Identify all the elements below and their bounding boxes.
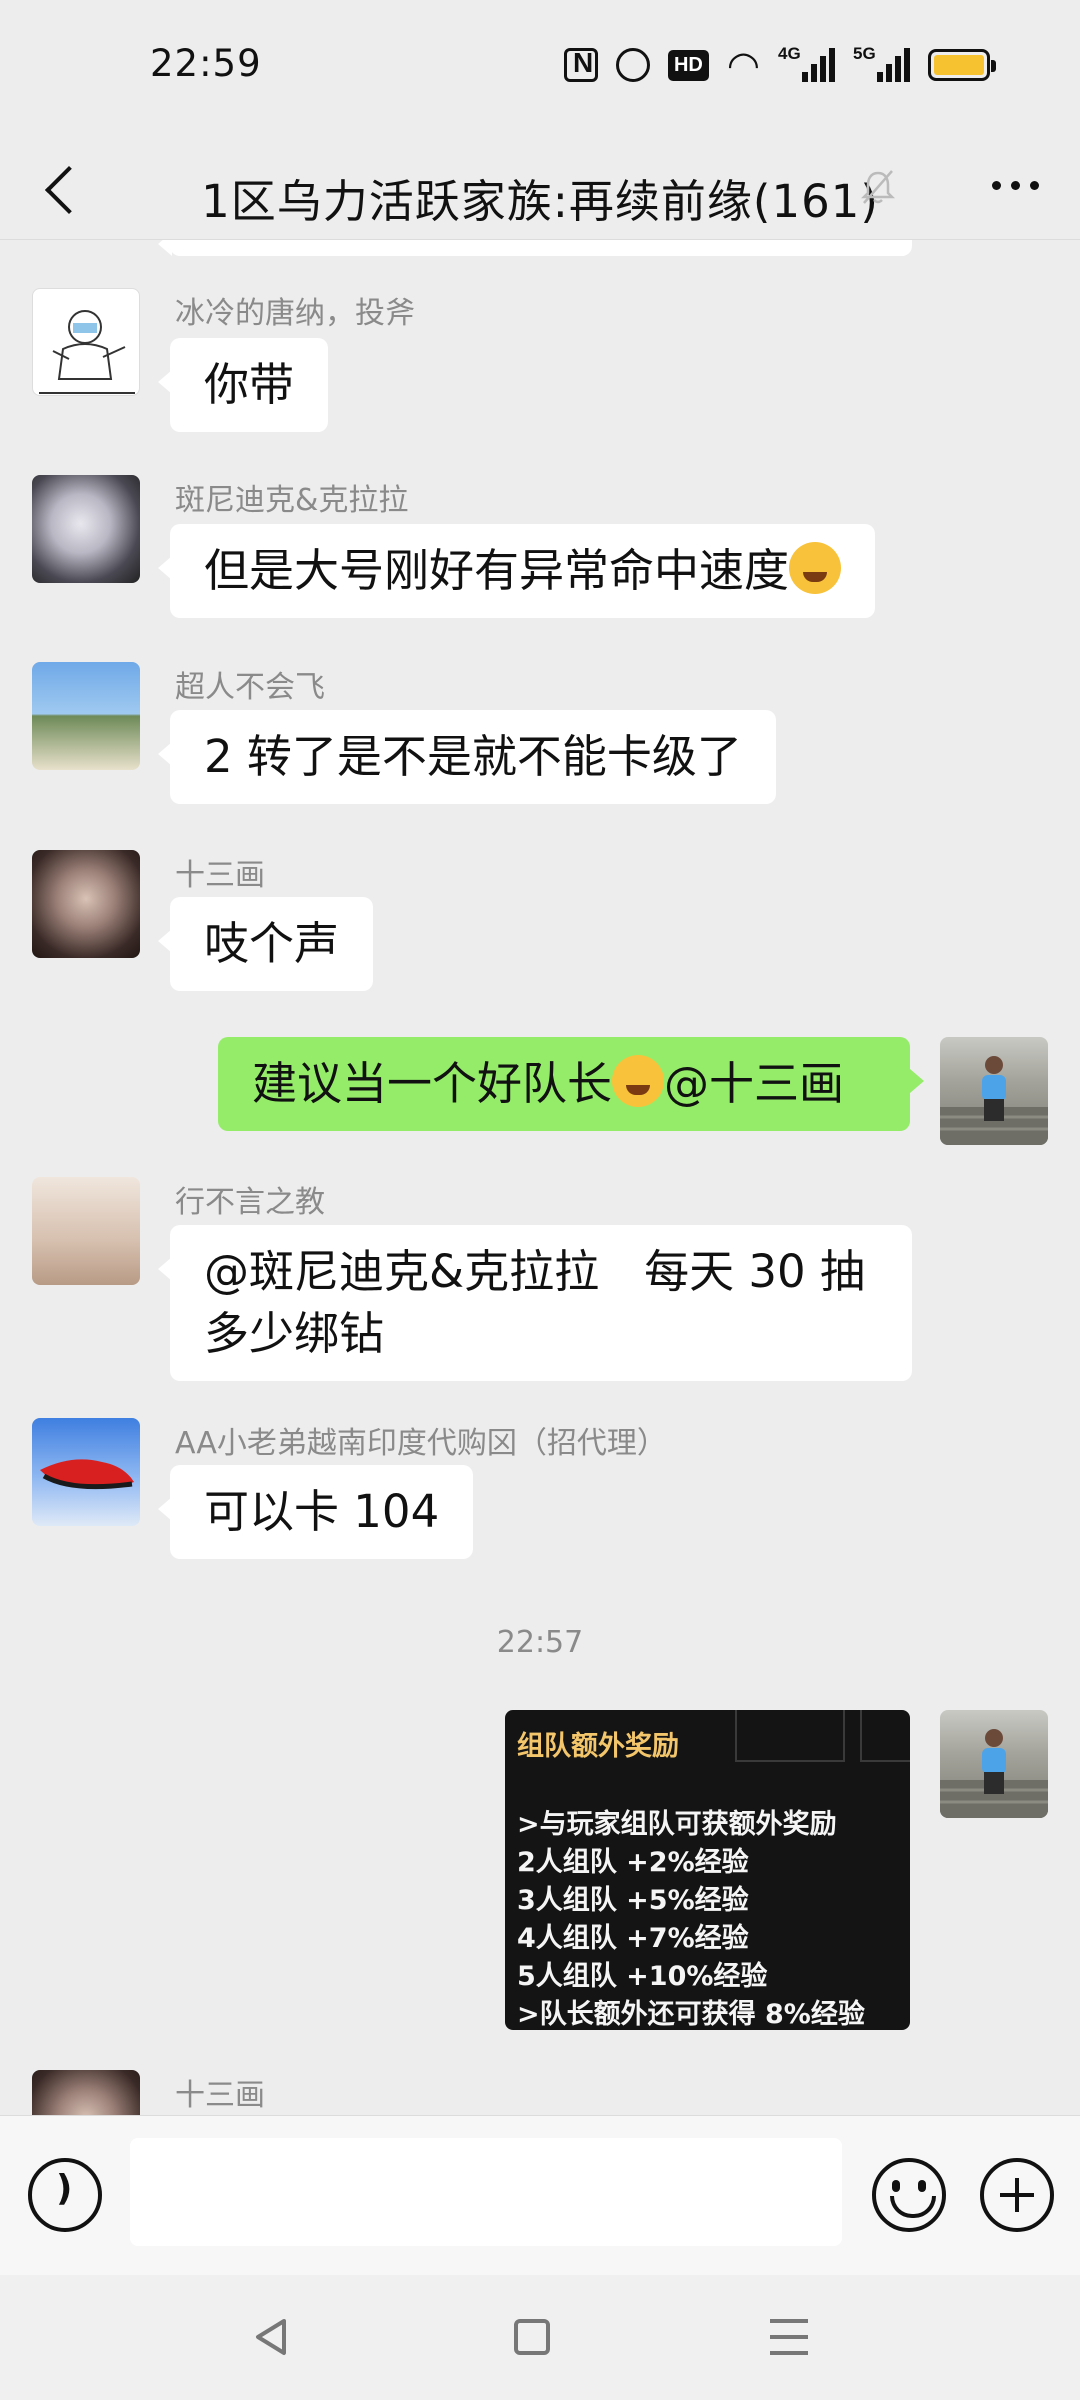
sender-name: 斑尼迪克&克拉拉 (175, 483, 409, 518)
nfc-icon (563, 47, 598, 82)
doctor-cartoon-avatar (39, 310, 135, 394)
image-line: >与玩家组队可获额外奖励 (517, 1809, 837, 1840)
message-bubble[interactable]: @斑尼迪克&克拉拉 每天 30 抽 多少绑钻 (158, 1225, 912, 1381)
message-timestamp: 22:57 (496, 1625, 584, 1660)
more-icon[interactable] (980, 165, 1050, 205)
message-bubble[interactable]: 可以卡 104 (157, 1465, 474, 1559)
status-time: 22:59 (150, 42, 262, 85)
nav-back-icon[interactable] (252, 2317, 292, 2357)
winking-tongue-emoji-icon (612, 1055, 665, 1107)
input-bar (0, 2115, 1080, 2275)
message-text: 建议当一个好队长 (252, 1057, 613, 1110)
item-slot (735, 1710, 845, 1762)
avatar[interactable] (32, 662, 140, 770)
image-line: 2人组队 +2%经验 (517, 1847, 749, 1878)
mention-text[interactable]: @十三画 (664, 1057, 844, 1110)
message-text: 但是大号刚好有异常命中速度 (204, 544, 790, 597)
wifi-icon: ◠ (726, 43, 760, 87)
sender-name: 行不言之教 (175, 1185, 325, 1220)
battery-level (934, 55, 984, 75)
chat-header: 1区乌力活跃家族:再续前缘(161) (0, 135, 1080, 240)
message-bubble[interactable]: 吱个声 (157, 897, 374, 991)
signal-4g-label: 4G (778, 44, 801, 63)
message-text: 吱个声 (204, 917, 340, 970)
message-text-line2: 多少绑钻 (204, 1307, 385, 1360)
avatar[interactable] (32, 1418, 140, 1526)
avatar[interactable] (32, 475, 140, 583)
nav-home-icon[interactable] (514, 2319, 550, 2355)
avatar[interactable] (32, 850, 140, 958)
alarm-icon (615, 48, 650, 82)
mute-bell-icon (860, 170, 896, 204)
hd-voice-icon: HD (667, 49, 709, 81)
message-text: 你带 (204, 358, 295, 411)
avatar-self[interactable] (940, 1037, 1048, 1145)
plus-icon[interactable] (980, 2158, 1054, 2232)
battery-icon (928, 49, 996, 81)
message-text: 可以卡 104 (204, 1485, 440, 1538)
message-bubble[interactable]: 2 转了是不是就不能卡级了 (158, 710, 776, 804)
status-bar: 22:59 HD ◠ 4G 5G (0, 0, 1080, 135)
man-avatar (940, 1729, 1048, 1818)
sender-name: AA小老弟越南印度代购龱（招代理） (175, 1426, 667, 1461)
image-message[interactable]: 组队额外奖励 >与玩家组队可获额外奖励 2人组队 +2%经验 3人组队 +5%经… (505, 1710, 910, 2030)
chat-title[interactable]: 1区乌力活跃家族:再续前缘(161) (0, 165, 1080, 230)
image-line: 3人组队 +5%经验 (517, 1885, 749, 1916)
system-nav-bar (0, 2275, 1080, 2400)
message-input[interactable] (130, 2138, 842, 2246)
voice-icon[interactable] (28, 2158, 102, 2232)
sender-name: 十三画 (175, 858, 265, 893)
image-line: 4人组队 +7%经验 (517, 1923, 749, 1954)
message-bubble-self[interactable]: 建议当一个好队长 @十三画 (218, 1037, 924, 1131)
nav-menu-icon[interactable] (770, 2319, 808, 2355)
avatar[interactable] (32, 288, 140, 396)
emoji-icon[interactable] (872, 2158, 946, 2232)
signal-5g-label: 5G (853, 44, 876, 63)
image-line: 5人组队 +10%经验 (517, 1961, 768, 1992)
signal-5g-icon: 5G (853, 44, 910, 82)
message-bubble-cutoff (158, 240, 912, 256)
avatar[interactable] (32, 1177, 140, 1285)
message-list[interactable]: 冰冷的唐纳，投斧 你带 斑尼迪克&克拉拉 但是大号刚好有异常命中速度 超人不会飞… (0, 240, 1080, 2115)
message-bubble[interactable]: 你带 (157, 338, 329, 432)
signal-4g-icon: 4G (778, 44, 835, 82)
message-text-line1: @斑尼迪克&克拉拉 每天 30 抽 (204, 1245, 865, 1298)
sender-name: 超人不会飞 (175, 670, 325, 705)
status-icons: HD ◠ 4G 5G (563, 43, 996, 87)
image-line: >队长额外还可获得 8%经验 (517, 1999, 865, 2030)
message-bubble[interactable]: 但是大号刚好有异常命中速度 (157, 524, 876, 618)
avatar-self[interactable] (940, 1710, 1048, 1818)
sender-name: 十三画 (175, 2078, 265, 2113)
man-avatar (940, 1056, 1048, 1145)
shoe-avatar (40, 1459, 134, 1490)
sender-name: 冰冷的唐纳，投斧 (175, 296, 415, 331)
laughing-crying-emoji-icon (789, 542, 842, 594)
message-text: 2 转了是不是就不能卡级了 (204, 730, 742, 783)
avatar[interactable] (32, 2070, 140, 2115)
image-header-text: 组队额外奖励 (517, 1731, 679, 1762)
item-slot (860, 1710, 910, 1762)
